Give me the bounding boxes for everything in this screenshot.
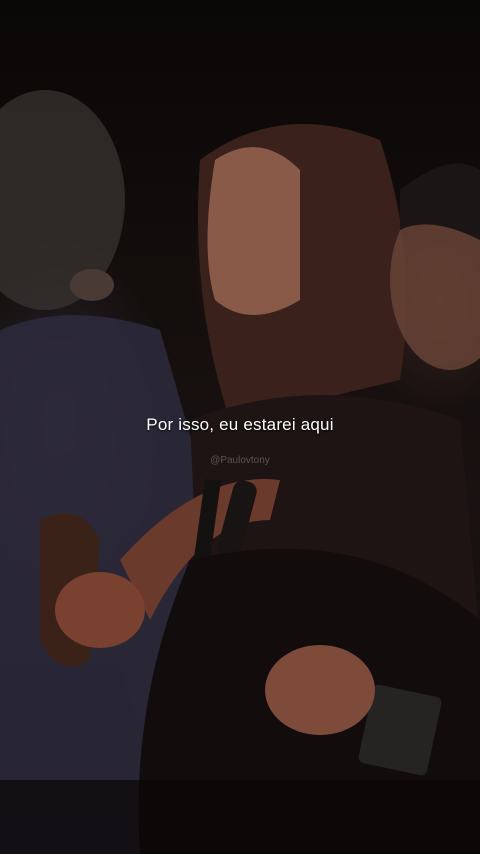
left-microphone [70, 269, 114, 301]
bottom-shadow [0, 780, 480, 854]
video-frame: Por isso, eu estarei aqui @Paulovtony [0, 0, 480, 854]
watermark-text: @Paulovtony [210, 455, 270, 466]
subtitle-caption: Por isso, eu estarei aqui [146, 415, 334, 434]
left-hand [55, 572, 145, 648]
center-figure-face [207, 147, 300, 315]
right-hand [265, 645, 375, 735]
